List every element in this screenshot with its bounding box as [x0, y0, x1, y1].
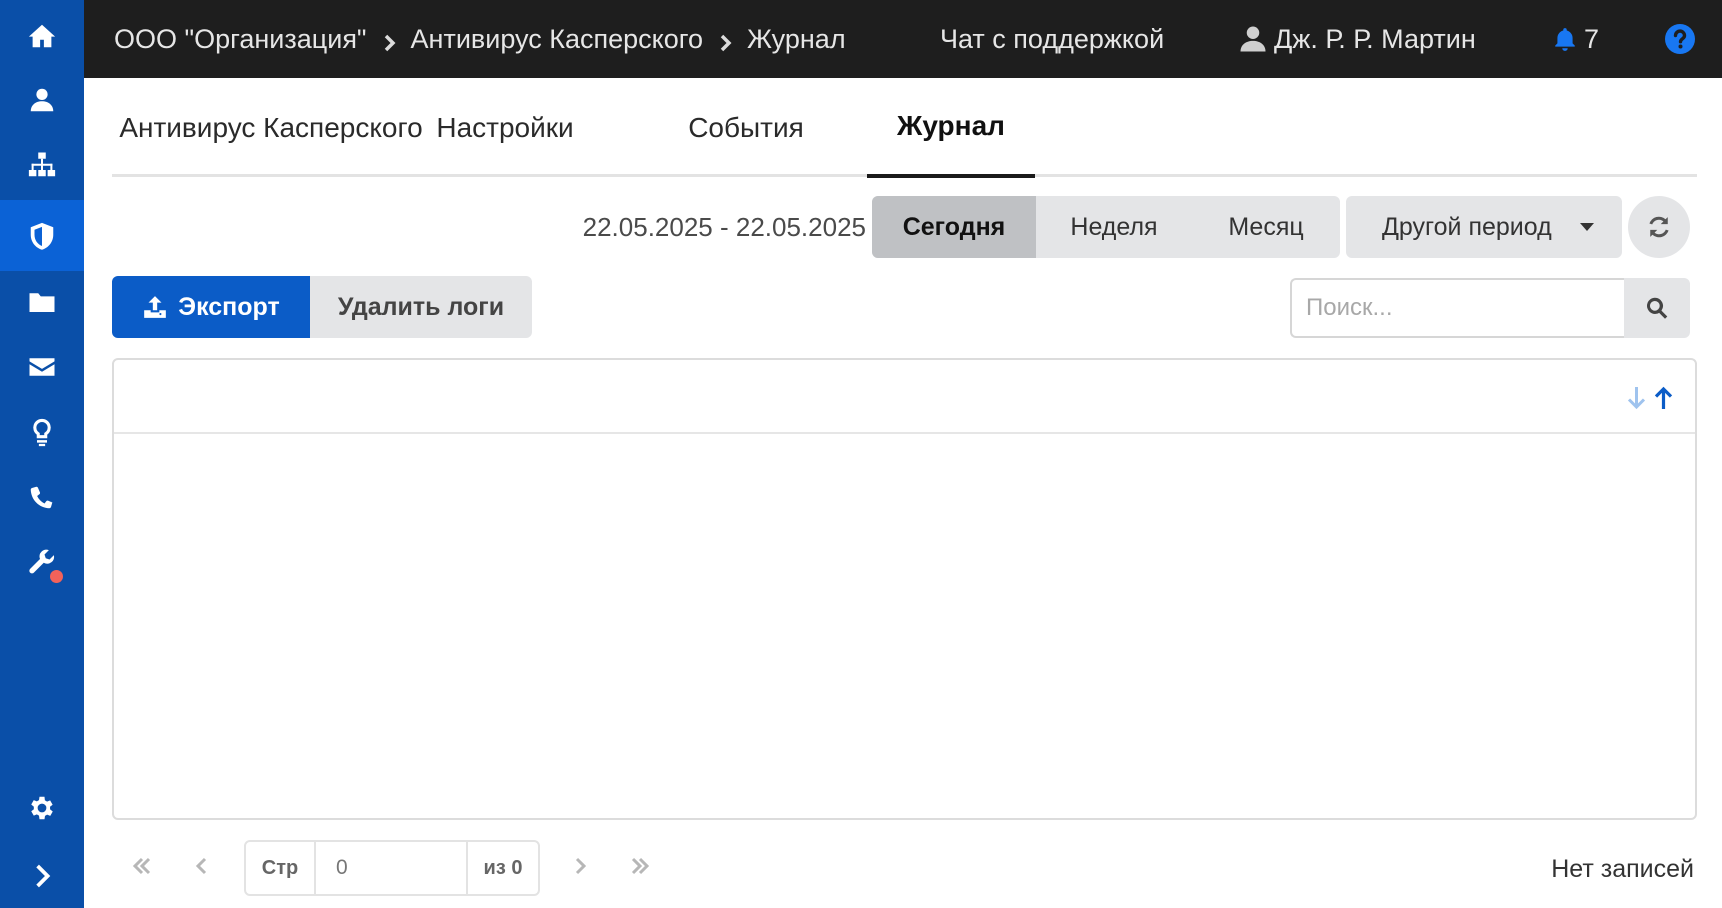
shield-icon [30, 222, 54, 250]
other-period-label: Другой период [1382, 212, 1552, 241]
phone-icon [30, 486, 53, 508]
journal-table [112, 358, 1697, 820]
sidebar-item-files[interactable] [0, 266, 84, 337]
user-icon [1240, 26, 1266, 52]
period-selector: Сегодня Неделя Месяц [872, 196, 1340, 258]
sidebar [0, 0, 84, 908]
page-label: Стр [261, 856, 299, 879]
chevron-left-icon [195, 857, 207, 875]
period-week-button[interactable]: Неделя [1036, 196, 1192, 258]
next-page-button[interactable] [566, 852, 594, 880]
double-chevron-left-icon [132, 857, 151, 875]
export-label: Экспорт [178, 292, 280, 321]
sitemap-icon [28, 152, 56, 176]
double-chevron-right-icon [631, 857, 650, 875]
prev-page-button[interactable] [188, 852, 216, 880]
breadcrumb-item-organization[interactable]: ООО "Организация" [114, 24, 367, 55]
search-input[interactable] [1290, 278, 1626, 338]
chevron-right-icon [36, 864, 51, 887]
export-button[interactable]: Экспорт [112, 276, 310, 338]
breadcrumb: ООО "Организация" Антивирус Касперского … [114, 0, 846, 78]
support-chat-link[interactable]: Чат с поддержкой [940, 0, 1164, 78]
last-page-button[interactable] [626, 852, 654, 880]
sidebar-item-ideas[interactable] [0, 396, 84, 467]
arrow-up-icon [1654, 386, 1673, 409]
caret-down-icon [1579, 223, 1594, 231]
delete-logs-button[interactable]: Удалить логи [310, 276, 532, 338]
lightbulb-icon [33, 418, 51, 446]
tab-antivirus[interactable]: Антивирус Касперского [112, 78, 430, 177]
tab-bar: Антивирус Касперского Настройки События … [112, 78, 1697, 178]
home-icon [28, 24, 56, 47]
chevron-right-icon [379, 29, 399, 52]
user-name: Дж. Р. Р. Мартин [1274, 23, 1476, 54]
chevron-right-icon [715, 29, 735, 52]
refresh-button[interactable] [1628, 196, 1690, 258]
sidebar-item-mail[interactable] [0, 331, 84, 402]
folder-icon [29, 292, 55, 312]
topbar: ООО "Организация" Антивирус Касперского … [84, 0, 1722, 78]
tab-events[interactable]: События [662, 78, 830, 177]
refresh-icon [1649, 216, 1669, 238]
page-total: из 0 [483, 856, 523, 879]
sidebar-expand-button[interactable] [0, 840, 84, 908]
sidebar-item-structure[interactable] [0, 129, 84, 200]
period-today-button[interactable]: Сегодня [872, 196, 1036, 258]
page-input[interactable] [314, 842, 468, 894]
breadcrumb-item-antivirus[interactable]: Антивирус Касперского [411, 24, 704, 55]
bell-icon [1555, 28, 1575, 51]
upload-icon [144, 296, 167, 318]
search-icon [1646, 297, 1668, 319]
settings-icon [31, 796, 53, 819]
mail-icon [29, 357, 55, 376]
sidebar-item-telephony[interactable] [0, 461, 84, 532]
chevron-right-icon [575, 857, 587, 875]
table-header [114, 360, 1695, 434]
first-page-button[interactable] [128, 852, 156, 880]
sidebar-item-tools[interactable] [0, 526, 84, 597]
search-button[interactable] [1624, 278, 1690, 338]
sidebar-item-settings[interactable] [0, 772, 84, 843]
sidebar-item-home[interactable] [0, 0, 84, 71]
sort-toggle-button[interactable] [1623, 384, 1677, 412]
notification-badge [50, 570, 63, 583]
notifications-count: 7 [1584, 23, 1600, 54]
sidebar-item-security[interactable] [0, 200, 84, 271]
tab-journal[interactable]: Журнал [867, 78, 1035, 178]
user-icon [30, 88, 54, 111]
period-month-button[interactable]: Месяц [1192, 196, 1340, 258]
user-menu[interactable]: Дж. Р. Р. Мартин [1238, 0, 1476, 78]
help-icon[interactable] [1664, 23, 1696, 55]
records-status: Нет записей [1551, 854, 1694, 883]
page-selector: Стр из 0 [244, 840, 540, 896]
tab-settings[interactable]: Настройки [430, 78, 580, 177]
sidebar-item-users[interactable] [0, 64, 84, 135]
other-period-dropdown[interactable]: Другой период [1346, 196, 1622, 258]
arrow-down-icon [1627, 387, 1646, 410]
date-range: 22.05.2025 - 22.05.2025 [582, 211, 866, 242]
breadcrumb-item-journal: Журнал [747, 23, 846, 54]
notifications-button[interactable]: 7 [1552, 0, 1599, 78]
